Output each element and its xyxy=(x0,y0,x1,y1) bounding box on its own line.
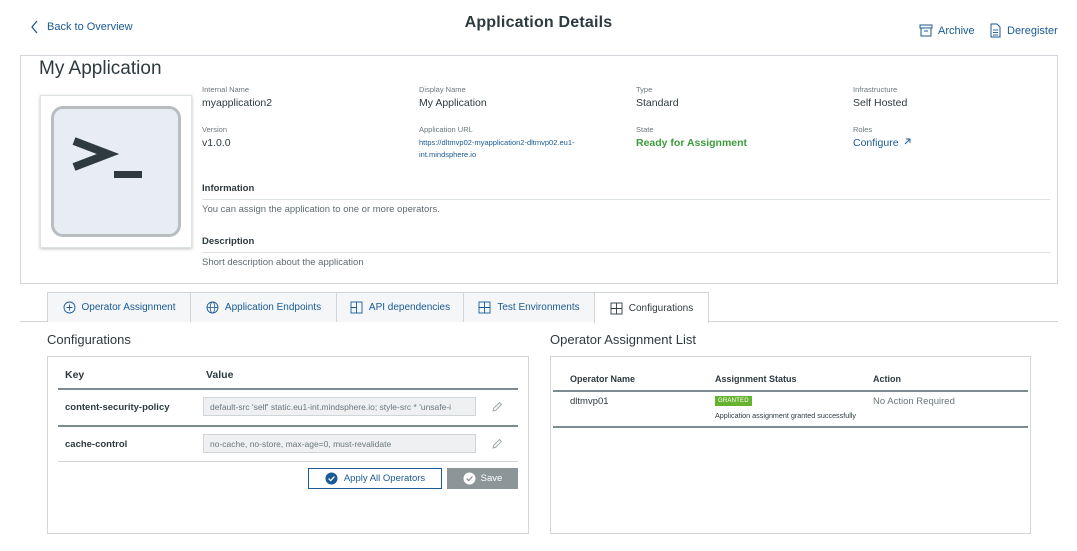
application-name: My Application xyxy=(39,58,162,79)
tab-operator-assignment[interactable]: Operator Assignment xyxy=(47,292,191,322)
document-icon xyxy=(990,23,1001,38)
save-button[interactable]: Save xyxy=(447,468,518,489)
tab-bar: Operator Assignment Application Endpoint… xyxy=(20,292,1058,323)
row-divider xyxy=(58,461,518,462)
grid-icon xyxy=(478,301,491,314)
config-key-cache-control: cache-control xyxy=(65,439,128,450)
assignment-status-header: Assignment Status xyxy=(715,374,797,384)
operator-name-header: Operator Name xyxy=(570,374,636,384)
archive-button[interactable]: Archive xyxy=(919,23,975,38)
type-label: Type xyxy=(636,85,653,94)
tab-configurations[interactable]: Configurations xyxy=(594,292,709,323)
operator-name-cell: dltmvp01 xyxy=(570,396,609,407)
header-divider xyxy=(553,390,1028,392)
information-heading: Information xyxy=(202,183,1050,200)
row-divider xyxy=(553,426,1028,428)
configure-roles-label: Configure xyxy=(853,137,899,149)
internal-name-label: Internal Name xyxy=(202,85,250,94)
display-name-field: Display Name My Application xyxy=(419,85,487,109)
config-key-csp: content-security-policy xyxy=(65,402,170,413)
grid-icon xyxy=(350,301,363,314)
roles-label: Roles xyxy=(853,125,873,134)
application-card: My Application Internal Name myapplicati… xyxy=(20,55,1058,284)
tab-api-dependencies[interactable]: API dependencies xyxy=(336,292,464,322)
plus-circle-icon xyxy=(63,301,75,314)
description-heading: Description xyxy=(202,236,1050,253)
save-label: Save xyxy=(480,473,503,484)
configure-roles-link[interactable]: Configure xyxy=(853,137,912,149)
external-link-icon xyxy=(905,138,911,145)
status-badge: GRANTED xyxy=(715,396,752,406)
value-column-header: Value xyxy=(206,369,234,381)
type-field: Type Standard xyxy=(636,85,679,109)
operator-list-title: Operator Assignment List xyxy=(550,332,696,347)
tab-label: Operator Assignment xyxy=(81,302,176,313)
row-divider xyxy=(58,425,518,427)
state-field: State Ready for Assignment xyxy=(636,125,747,149)
state-label: State xyxy=(636,125,654,134)
tab-label: Application Endpoints xyxy=(224,302,322,313)
display-name-value: My Application xyxy=(419,97,487,109)
page-title: Application Details xyxy=(464,14,613,31)
application-url-field: Application URL https://dltmvp02-myappli… xyxy=(419,125,594,161)
status-message: Application assignment granted successfu… xyxy=(715,411,857,420)
terminal-prompt-icon xyxy=(51,106,181,237)
check-circle-icon xyxy=(325,472,338,485)
deregister-label: Deregister xyxy=(1007,24,1058,37)
tab-label: Test Environments xyxy=(497,302,580,313)
action-header: Action xyxy=(873,374,901,384)
description-text: Short description about the application xyxy=(202,257,364,268)
application-logo xyxy=(40,95,192,248)
roles-field: Roles Configure xyxy=(853,125,912,149)
tab-application-endpoints[interactable]: Application Endpoints xyxy=(190,292,337,322)
archive-label: Archive xyxy=(938,24,975,37)
infrastructure-value: Self Hosted xyxy=(853,97,908,109)
application-url-label: Application URL xyxy=(419,125,473,134)
action-cell: No Action Required xyxy=(873,396,955,407)
top-bar: Back to Overview Application Details Arc… xyxy=(0,0,1077,52)
tab-test-environments[interactable]: Test Environments xyxy=(463,292,595,322)
pencil-edit-icon[interactable] xyxy=(491,401,503,413)
tab-label: Configurations xyxy=(628,302,694,314)
display-name-label: Display Name xyxy=(419,85,466,94)
header-divider xyxy=(58,388,518,390)
configurations-title: Configurations xyxy=(47,332,131,347)
key-column-header: Key xyxy=(65,369,85,381)
archive-icon xyxy=(919,24,933,37)
infrastructure-field: Infrastructure Self Hosted xyxy=(853,85,907,109)
config-value-cache-control-input[interactable]: no-cache, no-store, max-age=0, must-reva… xyxy=(203,434,476,453)
apply-label: Apply All Operators xyxy=(343,473,426,484)
information-text: You can assign the application to one or… xyxy=(202,204,440,215)
check-circle-icon xyxy=(463,472,476,485)
infrastructure-label: Infrastructure xyxy=(853,85,898,94)
version-field: Version v1.0.0 xyxy=(202,125,231,149)
grid-icon xyxy=(610,302,623,314)
tab-label: API dependencies xyxy=(368,302,451,313)
internal-name-value: myapplication2 xyxy=(202,97,273,109)
type-value: Standard xyxy=(636,97,679,109)
pencil-edit-icon[interactable] xyxy=(491,438,503,450)
state-value: Ready for Assignment xyxy=(636,137,748,149)
config-value-csp-input[interactable]: default-src 'self' static.eu1-int.mindsp… xyxy=(203,397,476,416)
apply-all-operators-button[interactable]: Apply All Operators xyxy=(308,468,442,489)
version-value: v1.0.0 xyxy=(202,137,231,149)
application-url-link[interactable]: https://dltmvp02-myapplication2-dltmvp02… xyxy=(419,137,594,161)
internal-name-field: Internal Name myapplication2 xyxy=(202,85,272,109)
deregister-button[interactable]: Deregister xyxy=(988,23,1058,38)
globe-icon xyxy=(206,301,219,314)
version-label: Version xyxy=(202,125,228,134)
